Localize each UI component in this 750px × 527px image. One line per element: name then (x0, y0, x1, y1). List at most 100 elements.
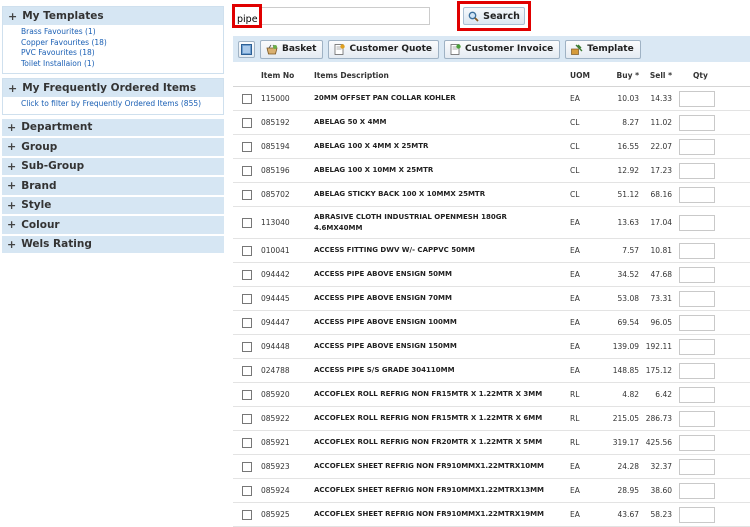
header-uom[interactable]: UOM (570, 71, 590, 80)
search-input[interactable] (235, 10, 259, 29)
row-checkbox[interactable] (242, 245, 252, 256)
frequent-filter-link[interactable]: Click to filter by Frequently Ordered It… (21, 99, 223, 110)
qty-input[interactable] (679, 506, 715, 523)
filter-colour[interactable]: + Colour (2, 216, 224, 235)
table-row: 094447 ACCESS PIPE ABOVE ENSIGN 100MM EA 69… (233, 311, 750, 335)
select-all-button[interactable] (238, 40, 255, 58)
template-link[interactable]: Toilet Installaion (1) (21, 59, 223, 70)
qty-input[interactable] (679, 266, 715, 283)
row-checkbox[interactable] (242, 437, 252, 448)
row-checkbox[interactable] (242, 461, 252, 472)
row-checkbox-cell (242, 293, 252, 304)
item-description[interactable]: ACCOFLEX SHEET REFRIG NON FR910MMX1.22MT… (314, 509, 554, 520)
search-input-extension[interactable] (262, 7, 430, 25)
template-link[interactable]: Brass Favourites (1) (21, 27, 223, 38)
header-buy[interactable]: Buy * (617, 71, 639, 80)
row-checkbox[interactable] (242, 217, 252, 228)
row-checkbox[interactable] (242, 389, 252, 400)
invoice-document-icon (450, 43, 461, 55)
qty-input[interactable] (679, 482, 715, 499)
item-description[interactable]: ACCOFLEX SHEET REFRIG NON FR910MMX1.22MT… (314, 485, 554, 496)
qty-input[interactable] (679, 90, 715, 107)
row-checkbox[interactable] (242, 317, 252, 328)
row-checkbox-cell (242, 93, 252, 104)
item-description[interactable]: ABELAG 50 X 4MM (314, 117, 554, 128)
expand-icon: + (7, 237, 17, 251)
item-number: 085702 (261, 190, 290, 199)
item-description[interactable]: ACCESS PIPE ABOVE ENSIGN 50MM (314, 269, 554, 280)
filter-style[interactable]: + Style (2, 196, 224, 215)
templates-header[interactable]: + My Templates (3, 7, 223, 25)
row-checkbox[interactable] (242, 141, 252, 152)
item-description[interactable]: ACCESS PIPE ABOVE ENSIGN 150MM (314, 341, 554, 352)
header-description[interactable]: Items Description (314, 70, 554, 81)
item-number: 085925 (261, 510, 290, 519)
item-description[interactable]: ACCOFLEX ROLL REFRIG NON FR15MTR X 1.22M… (314, 389, 554, 400)
template-button[interactable]: Template (565, 39, 641, 59)
row-checkbox[interactable] (242, 365, 252, 376)
item-buy-price: 10.03 (617, 94, 639, 103)
filter-group[interactable]: + Group (2, 138, 224, 157)
basket-button[interactable]: Basket (260, 39, 324, 59)
frequent-header[interactable]: + My Frequently Ordered Items (3, 79, 223, 97)
item-description[interactable]: ACCESS PIPE ABOVE ENSIGN 70MM (314, 293, 554, 304)
qty-input[interactable] (679, 410, 715, 427)
item-description[interactable]: ACCOFLEX SHEET REFRIG NON FR910MMX1.22MT… (314, 461, 554, 472)
qty-input[interactable] (679, 386, 715, 403)
basket-label: Basket (282, 44, 317, 54)
filter-sub-group[interactable]: + Sub-Group (2, 157, 224, 176)
qty-input[interactable] (679, 138, 715, 155)
item-description[interactable]: ACCOFLEX ROLL REFRIG NON FR20MTR X 1.22M… (314, 437, 554, 448)
item-sell-price: 6.42 (655, 390, 672, 399)
item-description[interactable]: ABELAG STICKY BACK 100 X 10MMX 25MTR (314, 189, 554, 200)
item-description[interactable]: ACCOFLEX ROLL REFRIG NON FR15MTR X 1.22M… (314, 413, 554, 424)
item-uom: EA (570, 510, 580, 519)
item-description[interactable]: 20MM OFFSET PAN COLLAR KOHLER (314, 93, 554, 104)
qty-input[interactable] (679, 314, 715, 331)
row-checkbox[interactable] (242, 117, 252, 128)
row-checkbox[interactable] (242, 165, 252, 176)
item-number: 094442 (261, 270, 290, 279)
row-checkbox[interactable] (242, 293, 252, 304)
item-description[interactable]: ACCESS PIPE ABOVE ENSIGN 100MM (314, 317, 554, 328)
table-row: 113040 ABRASIVE CLOTH INDUSTRIAL OPENMESH… (233, 207, 750, 239)
qty-input[interactable] (679, 434, 715, 451)
item-description[interactable]: ABRASIVE CLOTH INDUSTRIAL OPENMESH 180GR… (314, 212, 554, 234)
qty-input[interactable] (679, 162, 715, 179)
item-description[interactable]: ABELAG 100 X 10MM X 25MTR (314, 165, 554, 176)
qty-input[interactable] (679, 458, 715, 475)
item-description[interactable]: ACCESS FITTING DWV W/- CAPPVC 50MM (314, 245, 554, 256)
qty-input[interactable] (679, 242, 715, 259)
item-sell-price: 175.12 (645, 366, 672, 375)
item-buy-price: 319.17 (612, 438, 639, 447)
header-item-no[interactable]: Item No (261, 71, 294, 80)
row-checkbox-cell (242, 365, 252, 376)
filter-brand[interactable]: + Brand (2, 177, 224, 196)
row-checkbox[interactable] (242, 269, 252, 280)
filter-department[interactable]: + Department (2, 118, 224, 137)
item-description[interactable]: ABELAG 100 X 4MM X 25MTR (314, 141, 554, 152)
row-checkbox[interactable] (242, 485, 252, 496)
customer-invoice-button[interactable]: Customer Invoice (444, 39, 561, 59)
row-checkbox[interactable] (242, 189, 252, 200)
qty-input[interactable] (679, 362, 715, 379)
row-checkbox[interactable] (242, 509, 252, 520)
item-number: 085921 (261, 438, 290, 447)
template-link[interactable]: Copper Favourites (18) (21, 38, 223, 49)
row-checkbox[interactable] (242, 93, 252, 104)
qty-input[interactable] (679, 290, 715, 307)
header-sell[interactable]: Sell * (650, 71, 672, 80)
qty-input[interactable] (679, 338, 715, 355)
item-description[interactable]: ACCESS PIPE S/S GRADE 304110MM (314, 365, 554, 376)
customer-quote-button[interactable]: Customer Quote (328, 39, 440, 59)
row-checkbox[interactable] (242, 413, 252, 424)
qty-input[interactable] (679, 114, 715, 131)
filter-wels-rating[interactable]: + Wels Rating (2, 235, 224, 254)
table-row: 085923 ACCOFLEX SHEET REFRIG NON FR910MMX… (233, 455, 750, 479)
search-button[interactable]: Search (463, 7, 525, 25)
template-link[interactable]: PVC Favourites (18) (21, 48, 223, 59)
qty-input[interactable] (679, 214, 715, 231)
item-sell-price: 68.16 (650, 190, 672, 199)
qty-input[interactable] (679, 186, 715, 203)
row-checkbox[interactable] (242, 341, 252, 352)
